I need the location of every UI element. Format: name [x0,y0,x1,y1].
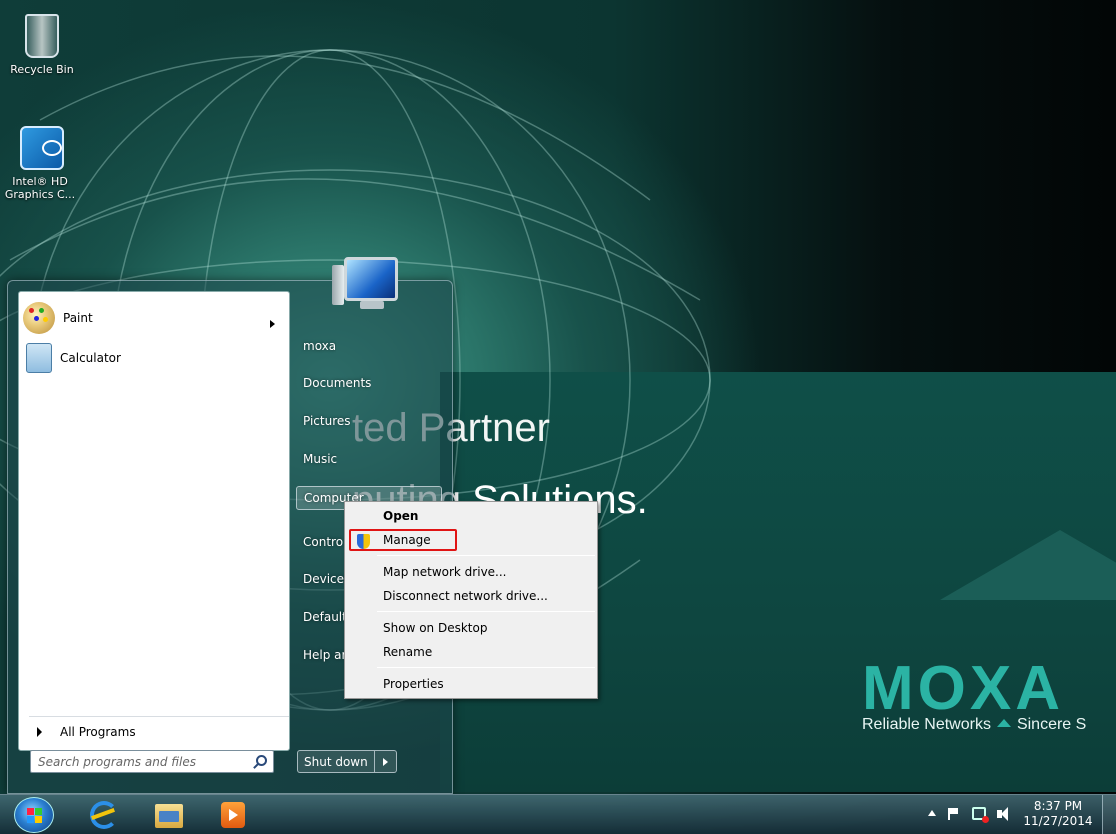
program-calculator[interactable]: Calculator [23,340,287,376]
all-programs[interactable]: All Programs [29,716,289,746]
shutdown-group: Shut down [297,750,397,773]
taskbar-internet-explorer[interactable] [88,799,122,831]
desktop-icon-label: Intel® HD Graphics C... [4,175,76,201]
context-menu-manage-label: Manage [383,533,431,547]
context-menu-rename[interactable]: Rename [347,641,595,663]
start-item-user[interactable]: moxa [296,334,336,358]
tagline-right: Sincere S [1016,716,1087,733]
tagline-left: Reliable Networks [862,716,991,733]
start-item-help[interactable]: Help ar [296,643,344,667]
start-item-pictures[interactable]: Pictures [296,409,351,433]
start-button[interactable] [14,797,54,833]
start-item-music[interactable]: Music [296,447,337,471]
desktop-icon-recycle-bin[interactable]: Recycle Bin [2,14,82,76]
show-hidden-icons-icon[interactable] [928,810,936,816]
context-menu-disconnect-network-drive[interactable]: Disconnect network drive... [347,585,595,607]
shutdown-button[interactable]: Shut down [297,750,375,773]
all-programs-label: All Programs [60,724,136,739]
program-label: Paint [63,311,93,325]
paint-icon [23,302,55,334]
start-menu-programs-pane: Paint Calculator All Programs [18,291,290,751]
search-placeholder: Search programs and files [38,754,196,769]
uac-shield-icon [357,534,370,549]
computer-user-picture [332,253,404,315]
taskbar-windows-explorer[interactable] [152,799,186,831]
arrow-right-icon [37,726,42,737]
start-item-documents[interactable]: Documents [296,371,371,395]
taskbar-media-player[interactable] [216,799,250,831]
search-input[interactable]: Search programs and files [30,750,274,773]
menu-separator [377,611,595,612]
recycle-bin-icon [22,14,62,60]
context-menu-map-network-drive[interactable]: Map network drive... [347,561,595,583]
program-paint[interactable]: Paint [23,300,287,336]
media-player-icon [221,802,245,828]
internet-explorer-icon [90,801,118,829]
show-desktop-button[interactable] [1102,795,1116,834]
moxa-logo: MOXA [862,654,1064,723]
calculator-icon [26,343,52,373]
network-icon[interactable] [972,807,989,823]
tagline-triangle-icon [996,719,1011,727]
shutdown-options-arrow-icon[interactable] [374,750,397,773]
context-menu-properties[interactable]: Properties [347,673,595,695]
clock-date: 11/27/2014 [1023,814,1093,828]
desktop-icon-label: Recycle Bin [10,63,74,76]
start-item-control-panel[interactable]: Contro [296,530,344,554]
desktop-icon-intel-graphics[interactable]: Intel® HD Graphics C... [0,126,80,201]
taskbar: 8:37 PM 11/27/2014 [0,794,1116,834]
search-icon[interactable] [256,755,267,766]
context-menu-manage[interactable]: Manage [349,529,457,551]
program-label: Calculator [60,351,121,365]
submenu-arrow-icon[interactable] [270,320,275,328]
menu-separator [377,667,595,668]
clock[interactable]: 8:37 PM 11/27/2014 [1023,799,1093,829]
start-item-devices[interactable]: Devices [296,567,344,591]
clock-time: 8:37 PM [1033,799,1083,813]
action-center-flag-icon[interactable] [948,808,958,820]
system-tray: 8:37 PM 11/27/2014 [920,795,1116,834]
computer-context-menu: Open Manage Map network drive... Disconn… [344,501,598,699]
volume-icon[interactable] [997,807,1008,821]
moxa-tagline: Reliable Networks Sincere S [862,716,1086,734]
context-menu-show-on-desktop[interactable]: Show on Desktop [347,617,595,639]
menu-separator [377,555,595,556]
context-menu-open[interactable]: Open [347,505,595,527]
intel-graphics-icon [20,126,64,172]
windows-explorer-icon [155,804,183,828]
start-item-default-programs[interactable]: Default [296,605,344,629]
